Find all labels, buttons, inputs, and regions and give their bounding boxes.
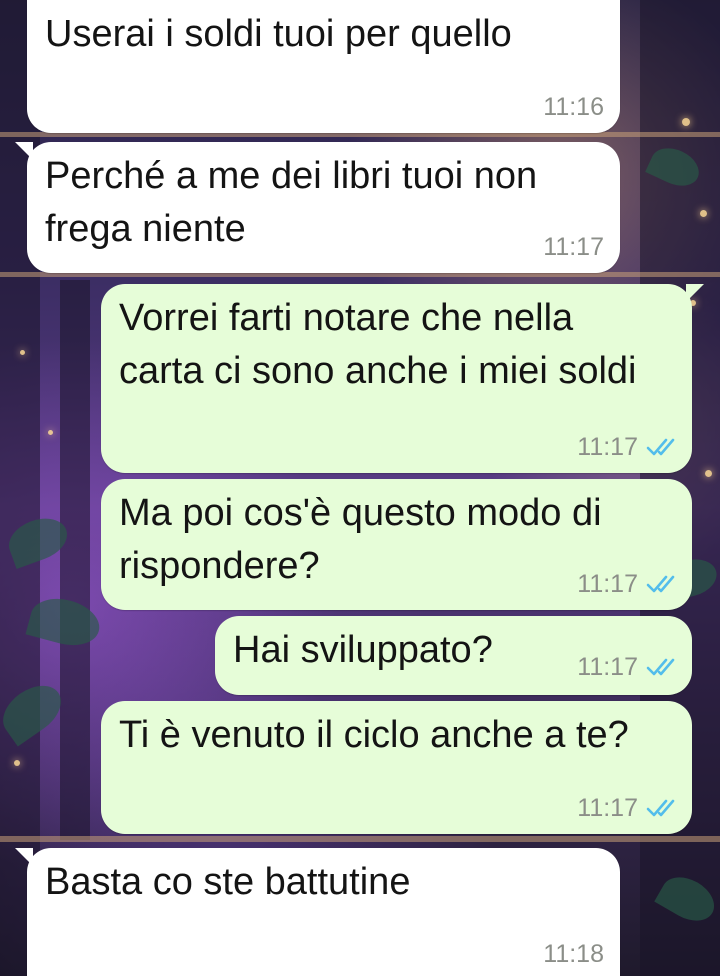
message-incoming[interactable]: Perché a me dei libri tuoi non frega nie… (15, 142, 620, 273)
message-incoming[interactable]: Basta co ste battutine 11:18 (15, 848, 620, 976)
string-light (705, 470, 712, 477)
message-text: Ti è venuto il ciclo anche a te? (119, 714, 629, 756)
string-light (14, 760, 20, 766)
message-timestamp: 11:16 (543, 93, 604, 121)
message-text: Perché a me dei libri tuoi non frega nie… (45, 155, 538, 250)
double-check-icon (646, 658, 675, 676)
message-outgoing[interactable]: Ma poi cos'è questo modo di rispondere? … (101, 479, 692, 610)
bubble-tail (15, 848, 33, 866)
message-incoming[interactable]: Userai i soldi tuoi per quello 11:16 (27, 0, 620, 133)
string-light (20, 350, 25, 355)
message-outgoing[interactable]: Ti è venuto il ciclo anche a te? 11:17 (101, 701, 692, 834)
message-timestamp: 11:17 (577, 570, 678, 598)
beam-stripe-3 (0, 836, 720, 842)
message-text: Vorrei farti notare che nella carta ci s… (119, 297, 637, 392)
message-timestamp: 11:18 (543, 940, 604, 968)
string-light (700, 210, 707, 217)
string-light (682, 118, 690, 126)
message-outgoing[interactable]: Hai sviluppato? 11:17 (215, 616, 692, 695)
window-frame-bar (60, 280, 90, 840)
double-check-icon (646, 575, 675, 593)
bubble-tail (15, 142, 33, 160)
message-text: Userai i soldi tuoi per quello (45, 13, 512, 55)
message-timestamp: 11:17 (543, 233, 604, 261)
double-check-icon (646, 438, 675, 456)
message-text: Basta co ste battutine (45, 861, 411, 903)
message-timestamp: 11:17 (577, 433, 678, 461)
message-timestamp: 11:17 (577, 794, 678, 822)
double-check-icon (646, 799, 675, 817)
message-outgoing[interactable]: Vorrei farti notare che nella carta ci s… (101, 284, 704, 473)
message-timestamp: 11:17 (577, 653, 678, 681)
bubble-tail (686, 284, 704, 302)
string-light (48, 430, 53, 435)
